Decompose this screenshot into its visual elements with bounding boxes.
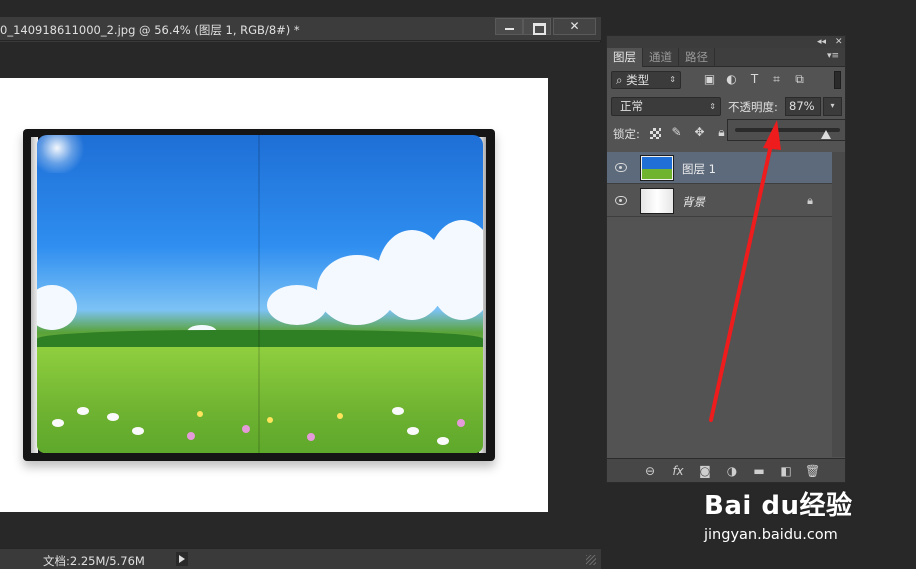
mask-icon[interactable]: ◙ bbox=[698, 464, 712, 478]
lock-label: 锁定: bbox=[613, 127, 640, 141]
visibility-eye-icon[interactable] bbox=[615, 163, 627, 172]
status-menu-arrow-icon[interactable] bbox=[176, 552, 188, 566]
blend-row: 正常 ⇕ 不透明度: 87% ▾ bbox=[607, 94, 845, 120]
book-image bbox=[23, 129, 495, 461]
new-layer-icon[interactable]: ◧ bbox=[779, 464, 793, 478]
layer-row-layer1[interactable]: 图层 1 bbox=[607, 152, 832, 184]
flower bbox=[52, 419, 64, 427]
document-window: 0_140918611000_2.jpg @ 56.4% (图层 1, RGB/… bbox=[0, 17, 601, 569]
layer-row-background[interactable]: 背景 🔒︎ bbox=[607, 185, 832, 217]
select-arrows-icon: ⇕ bbox=[709, 102, 716, 111]
close-button[interactable]: ✕ bbox=[553, 18, 596, 35]
panel-header[interactable]: ◂◂ ✕ bbox=[607, 36, 845, 48]
layer-name: 背景 bbox=[682, 195, 705, 209]
layer-lock-icon: 🔒︎ bbox=[807, 194, 813, 207]
collapse-panel-icon[interactable]: ◂◂ bbox=[817, 36, 826, 48]
flower bbox=[267, 417, 273, 423]
landscape-picture bbox=[37, 135, 483, 453]
image-canvas[interactable] bbox=[0, 78, 548, 512]
trash-icon[interactable]: 🗑︎ bbox=[805, 464, 820, 478]
close-panel-icon[interactable]: ✕ bbox=[835, 36, 843, 48]
image-filter-icon[interactable]: ▣ bbox=[703, 73, 716, 86]
flower bbox=[187, 432, 195, 440]
opacity-slider-toggle-icon[interactable]: ▾ bbox=[823, 97, 842, 116]
baidu-jingyan-watermark: Bai du经验 jingyan.baidu.com bbox=[700, 477, 900, 557]
flower bbox=[132, 427, 144, 435]
blend-mode-value: 正常 bbox=[620, 99, 643, 113]
cloud bbox=[37, 285, 77, 330]
document-title: 0_140918611000_2.jpg @ 56.4% (图层 1, RGB/… bbox=[0, 23, 300, 37]
opacity-slider-popup[interactable] bbox=[727, 119, 846, 141]
flower bbox=[437, 437, 449, 445]
search-icon: ⌕ bbox=[616, 73, 623, 87]
lock-paint-icon[interactable]: ✎ bbox=[670, 126, 683, 139]
maximize-button[interactable] bbox=[523, 18, 551, 35]
link-icon[interactable]: ⊖ bbox=[643, 464, 657, 478]
adjustment-filter-icon[interactable]: ◐ bbox=[725, 73, 738, 86]
type-filter-icon[interactable]: T bbox=[748, 73, 761, 86]
flower bbox=[242, 425, 250, 433]
shape-filter-icon[interactable]: ⌗ bbox=[770, 73, 783, 86]
layer-filter-select[interactable]: ⌕ 类型 ⇕ bbox=[611, 71, 681, 89]
panel-menu-icon[interactable]: ▾≡ bbox=[827, 51, 841, 63]
watermark-logo: Bai du经验 bbox=[704, 491, 853, 521]
flower bbox=[307, 433, 315, 441]
filter-row: ⌕ 类型 ⇕ ▣ ◐ T ⌗ ⧉ bbox=[607, 68, 845, 93]
book-spine bbox=[258, 135, 260, 453]
layer-name: 图层 1 bbox=[682, 162, 716, 176]
document-size-readout: 文档:2.25M/5.76M bbox=[43, 554, 145, 568]
layer-thumbnail bbox=[640, 155, 674, 181]
watermark-url: jingyan.baidu.com bbox=[704, 527, 838, 543]
layer-thumbnail bbox=[640, 188, 674, 214]
canvas-area[interactable] bbox=[0, 42, 601, 548]
status-bar: 文档:2.25M/5.76M bbox=[0, 548, 601, 569]
resize-grip-icon[interactable] bbox=[586, 555, 596, 565]
layers-panel: ◂◂ ✕ 图层 通道 路径 ▾≡ ⌕ 类型 ⇕ ▣ ◐ T ⌗ ⧉ 正常 ⇕ 不… bbox=[606, 35, 846, 483]
tab-paths[interactable]: 路径 bbox=[679, 48, 715, 67]
flower bbox=[337, 413, 343, 419]
group-folder-icon[interactable]: ▬ bbox=[752, 464, 766, 478]
adjustment-icon[interactable]: ◑ bbox=[725, 464, 739, 478]
document-titlebar[interactable]: 0_140918611000_2.jpg @ 56.4% (图层 1, RGB/… bbox=[0, 17, 601, 41]
flower bbox=[392, 407, 404, 415]
tab-layers[interactable]: 图层 bbox=[607, 48, 643, 67]
panel-tabs: 图层 通道 路径 ▾≡ bbox=[607, 48, 845, 67]
opacity-label: 不透明度: bbox=[728, 100, 778, 114]
minimize-button[interactable] bbox=[495, 18, 523, 35]
lock-move-icon[interactable]: ✥ bbox=[693, 126, 706, 139]
opacity-slider-handle[interactable] bbox=[821, 130, 832, 139]
layers-scrollbar[interactable] bbox=[832, 152, 845, 457]
smart-object-filter-icon[interactable]: ⧉ bbox=[793, 73, 806, 86]
tab-channels[interactable]: 通道 bbox=[643, 48, 679, 67]
filter-toggle-switch[interactable] bbox=[834, 71, 841, 89]
flower bbox=[197, 411, 203, 417]
filter-kind-label: 类型 bbox=[626, 73, 650, 87]
opacity-slider-track[interactable] bbox=[735, 128, 840, 139]
fx-icon[interactable]: fx bbox=[671, 464, 685, 478]
visibility-eye-icon[interactable] bbox=[615, 196, 627, 205]
flower bbox=[407, 427, 419, 435]
select-arrows-icon: ⇕ bbox=[669, 75, 676, 84]
lock-transparent-icon[interactable] bbox=[650, 128, 661, 139]
flower bbox=[77, 407, 89, 415]
blend-mode-select[interactable]: 正常 ⇕ bbox=[611, 97, 721, 116]
flower bbox=[107, 413, 119, 421]
meadow bbox=[37, 347, 483, 453]
sun-glare bbox=[37, 135, 87, 173]
flower bbox=[457, 419, 465, 427]
opacity-input[interactable]: 87% bbox=[785, 97, 821, 116]
